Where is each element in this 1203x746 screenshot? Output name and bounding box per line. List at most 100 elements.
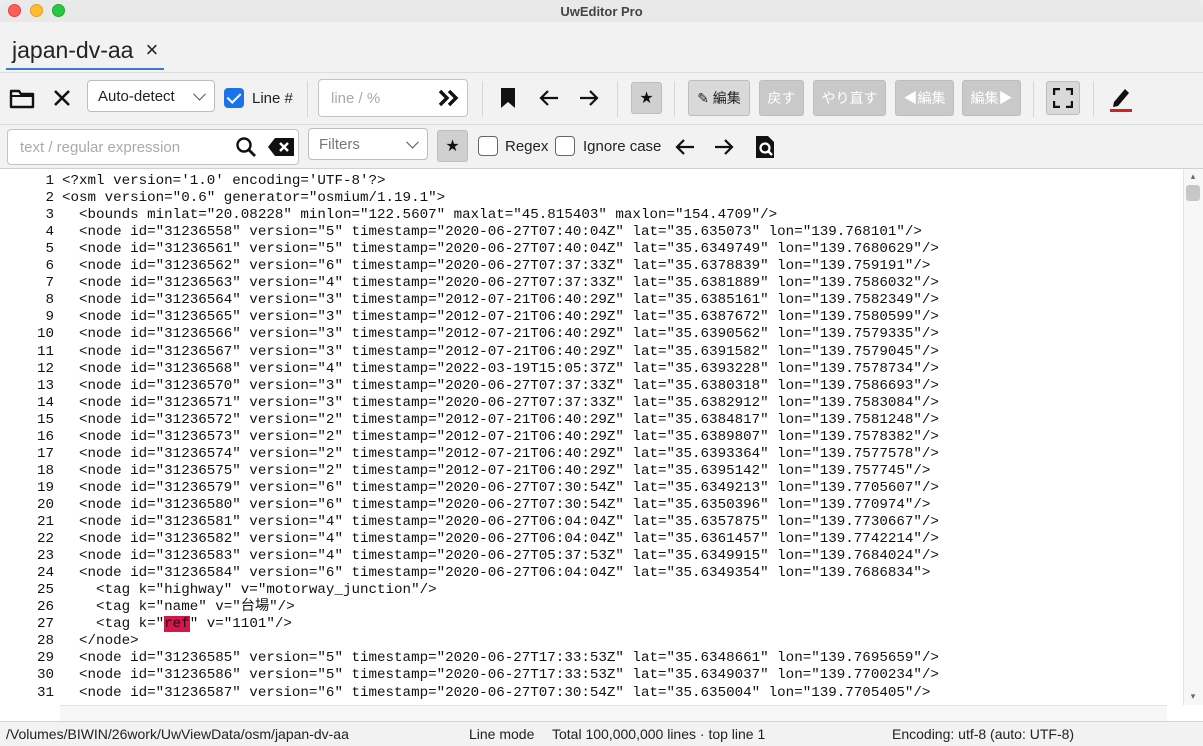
line-number: 3 <box>45 207 54 224</box>
scroll-up-arrow-icon[interactable]: ▴ <box>1188 171 1198 181</box>
code-line: <node id="31236558" version="5" timestam… <box>62 224 922 241</box>
main-toolbar: Auto-detect Line # line / % ★ ✎ 編集 戻す やり… <box>0 72 1203 124</box>
next-edit-button[interactable]: 編集▶ <box>962 80 1021 116</box>
status-mode: Line mode <box>469 726 535 742</box>
redo-button[interactable]: やり直す <box>813 80 886 116</box>
close-window-button[interactable] <box>8 4 21 17</box>
code-line: <node id="31236563" version="4" timestam… <box>62 275 939 292</box>
editor-content[interactable]: <?xml version='1.0' encoding='UTF-8'?> <o… <box>62 169 1167 705</box>
tab-japan-dv-aa[interactable]: japan-dv-aa × <box>6 32 165 70</box>
line-number: 8 <box>45 292 54 309</box>
toolbar-divider <box>674 81 675 117</box>
line-number: 10 <box>36 326 54 343</box>
line-number: 19 <box>36 479 54 496</box>
code-line: <node id="31236561" version="5" timestam… <box>62 241 939 258</box>
code-line: <node id="31236582" version="4" timestam… <box>62 531 939 548</box>
close-icon[interactable]: × <box>145 37 158 63</box>
line-number: 28 <box>36 633 54 650</box>
edit-button[interactable]: ✎ 編集 <box>688 80 750 116</box>
line-number: 20 <box>36 496 54 513</box>
open-folder-icon[interactable] <box>8 85 36 111</box>
code-line: <node id="31236584" version="6" timestam… <box>62 565 931 582</box>
code-line: <tag k="name" v="台場"/> <box>62 599 295 616</box>
goto-line-placeholder: line / % <box>331 89 381 107</box>
filters-select[interactable]: Filters <box>308 128 428 160</box>
code-line: <node id="31236579" version="6" timestam… <box>62 479 939 496</box>
toolbar-divider <box>617 81 618 117</box>
arrow-left-icon[interactable] <box>537 86 561 110</box>
line-number: 30 <box>36 667 54 684</box>
encoding-select[interactable]: Auto-detect <box>87 80 215 112</box>
line-number: 29 <box>36 650 54 667</box>
regex-checkbox[interactable] <box>478 136 498 156</box>
encoding-select-value: Auto-detect <box>98 87 175 105</box>
code-line: <?xml version='1.0' encoding='UTF-8'?> <box>62 173 386 189</box>
toolbar-divider <box>1093 81 1094 117</box>
editor-window: UwEditor Pro japan-dv-aa × Auto-detect L… <box>0 0 1203 746</box>
search-document-icon[interactable] <box>753 134 777 160</box>
toolbar-divider <box>482 81 483 117</box>
code-line: <node id="31236564" version="3" timestam… <box>62 292 939 309</box>
code-text: <tag k=" <box>62 616 165 633</box>
filters-select-value: Filters <box>319 135 360 153</box>
line-number-gutter: 1 2 3 4 5 6 7 8 9 10 11 12 13 14 15 16 17 18 19 20 21 22 23 24 2… <box>0 169 58 705</box>
prev-edit-button[interactable]: ◀編集 <box>895 80 954 116</box>
text-editor[interactable]: 1 2 3 4 5 6 7 8 9 10 11 12 13 14 15 16 17 18 19 20 21 22 23 24 2… <box>0 168 1203 722</box>
window-controls <box>8 4 65 17</box>
code-line: <node id="31236574" version="2" timestam… <box>62 445 939 462</box>
vertical-scrollbar[interactable]: ▴ ▾ <box>1183 169 1203 705</box>
tab-label: japan-dv-aa <box>12 36 134 63</box>
code-line: <osm version="0.6" generator="osmium/1.1… <box>62 190 446 207</box>
code-line: <node id="31236583" version="4" timestam… <box>62 548 939 565</box>
code-line: <node id="31236562" version="6" timestam… <box>62 258 931 275</box>
pen-icon[interactable] <box>1108 85 1134 113</box>
line-number: 25 <box>36 582 54 599</box>
toolbar-divider <box>307 81 308 117</box>
ignore-case-checkbox[interactable] <box>555 136 575 156</box>
code-line: <node id="31236573" version="2" timestam… <box>62 428 939 445</box>
bookmark-icon[interactable] <box>498 86 518 110</box>
code-line: <node id="31236571" version="3" timestam… <box>62 394 939 411</box>
code-line: <node id="31236567" version="3" timestam… <box>62 343 939 360</box>
scrollbar-thumb[interactable] <box>1186 185 1200 201</box>
code-line: </node> <box>62 633 139 650</box>
undo-button[interactable]: 戻す <box>759 80 804 116</box>
scroll-down-arrow-icon[interactable]: ▾ <box>1188 691 1198 701</box>
fullscreen-button[interactable] <box>1046 81 1080 115</box>
line-numbers-checkbox[interactable] <box>224 88 244 108</box>
code-line: <node id="31236566" version="3" timestam… <box>62 326 939 343</box>
line-number: 22 <box>36 531 54 548</box>
code-line: <node id="31236572" version="2" timestam… <box>62 411 939 428</box>
line-number: 4 <box>45 224 54 241</box>
line-number: 17 <box>36 445 54 462</box>
search-next-icon[interactable] <box>712 135 736 159</box>
status-file-path: /Volumes/BIWIN/26work/UwViewData/osm/jap… <box>6 726 349 742</box>
line-number: 18 <box>36 462 54 479</box>
line-number: 24 <box>36 565 54 582</box>
status-encoding: Encoding: utf-8 (auto: UTF-8) <box>892 726 1075 742</box>
clear-search-icon[interactable] <box>267 136 295 158</box>
star-button[interactable]: ★ <box>631 82 662 114</box>
horizontal-scrollbar[interactable] <box>60 705 1167 722</box>
search-star-button[interactable]: ★ <box>437 130 468 162</box>
chevron-down-icon <box>406 135 419 149</box>
line-number: 7 <box>45 275 54 292</box>
goto-icon[interactable] <box>436 87 462 109</box>
maximize-window-button[interactable] <box>52 4 65 17</box>
code-line: <node id="31236570" version="3" timestam… <box>62 377 939 394</box>
search-icon[interactable] <box>234 135 258 159</box>
minimize-window-button[interactable] <box>30 4 43 17</box>
code-text: " v="1101"/> <box>189 616 292 633</box>
line-number: 27 <box>36 616 54 633</box>
close-file-icon[interactable] <box>50 85 74 111</box>
search-match-highlight: ref <box>164 616 190 633</box>
line-number: 15 <box>36 411 54 428</box>
code-line: <node id="31236587" version="6" timestam… <box>62 684 931 701</box>
code-line: <node id="31236586" version="5" timestam… <box>62 667 939 684</box>
line-number: 1 <box>45 173 54 189</box>
tab-bar: japan-dv-aa × <box>0 22 1203 72</box>
regex-label: Regex <box>505 138 549 155</box>
search-prev-icon[interactable] <box>673 135 697 159</box>
code-line: <node id="31236568" version="4" timestam… <box>62 360 939 377</box>
arrow-right-icon[interactable] <box>577 86 601 110</box>
